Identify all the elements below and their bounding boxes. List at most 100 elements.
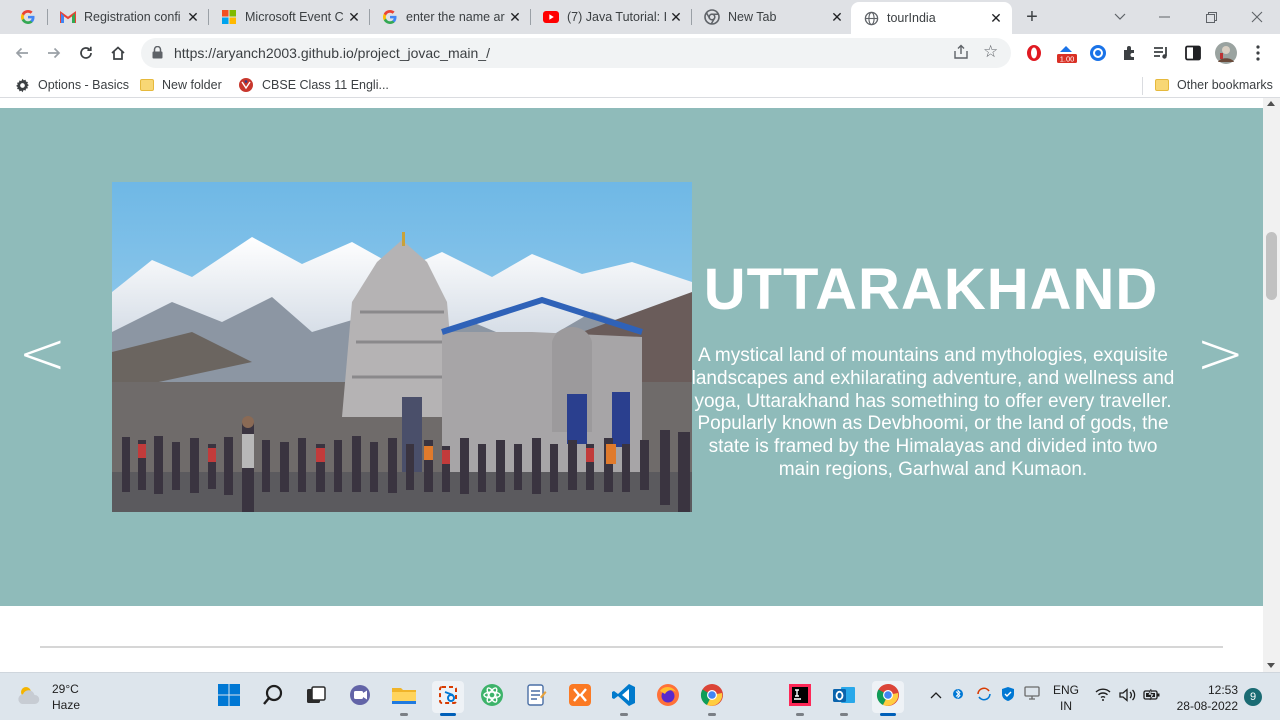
extensions-puzzle-icon[interactable] — [1120, 43, 1140, 63]
bookmarks-divider — [1142, 77, 1143, 95]
url-text[interactable]: https://aryanch2003.github.io/project_jo… — [174, 45, 490, 61]
display-icon[interactable] — [1024, 686, 1040, 703]
close-tab-icon[interactable]: ✕ — [507, 9, 523, 25]
weather-widget[interactable]: 29°C Haze — [16, 681, 80, 713]
browser-toolbar: https://aryanch2003.github.io/project_jo… — [0, 34, 1280, 72]
notification-badge[interactable]: 9 — [1244, 688, 1262, 706]
reload-icon[interactable] — [73, 40, 99, 66]
close-window-icon[interactable] — [1234, 0, 1280, 34]
gmail-icon — [60, 9, 76, 25]
destination-carousel: < UTTARAKHAND A mystical land of mountai… — [0, 108, 1263, 606]
destination-title: UTTARAKHAND — [703, 257, 1159, 322]
bookmark-new-folder[interactable]: New folder — [140, 76, 222, 94]
home-icon[interactable] — [105, 40, 131, 66]
tab-google-search[interactable]: enter the name ar ✕ — [370, 0, 531, 34]
share-icon[interactable] — [953, 44, 969, 65]
weather-condition: Haze — [52, 698, 81, 712]
globe-icon — [863, 10, 879, 26]
destination-description: A mystical land of mountains and mytholo… — [691, 345, 1175, 480]
youtube-icon — [543, 9, 559, 25]
intellij-icon — [788, 683, 812, 712]
microsoft-icon — [221, 9, 237, 25]
extension-blue-icon[interactable] — [1088, 43, 1108, 63]
chrome-profile-button[interactable] — [696, 681, 728, 716]
bookmark-cbse[interactable]: CBSE Class 11 Engli... — [238, 76, 389, 94]
atom-app-button[interactable] — [476, 681, 508, 713]
close-tab-icon[interactable]: ✕ — [829, 9, 845, 25]
kedarnath-temple-photo — [112, 182, 692, 512]
chrome-icon — [700, 683, 724, 712]
close-tab-icon[interactable]: ✕ — [185, 9, 201, 25]
carousel-prev-button[interactable]: < — [18, 323, 67, 383]
sync-icon[interactable] — [975, 686, 993, 705]
xampp-button[interactable] — [564, 681, 596, 713]
volume-icon[interactable] — [1119, 688, 1136, 705]
tab-registration[interactable]: Registration confi ✕ — [48, 0, 209, 34]
clock-date: 28-08-2022 — [1176, 699, 1238, 713]
tab-search-icon[interactable] — [1097, 0, 1143, 34]
outlook-icon — [832, 683, 856, 712]
scrollbar-thumb[interactable] — [1266, 232, 1277, 300]
chrome-active-button[interactable] — [872, 681, 904, 716]
chrome-menu-icon[interactable] — [1248, 43, 1268, 63]
bookmark-options-basics[interactable]: Options - Basics — [15, 76, 129, 94]
battery-icon[interactable] — [1143, 688, 1161, 704]
bookmark-star-icon[interactable]: ☆ — [983, 42, 998, 62]
opera-vpn-icon[interactable] — [1024, 43, 1044, 63]
forward-icon[interactable] — [41, 40, 67, 66]
firefox-button[interactable] — [652, 681, 684, 713]
intellij-button[interactable] — [784, 681, 816, 716]
taskbar-clock[interactable]: 12:53 28-08-2022 — [1168, 682, 1238, 714]
folder-icon — [140, 79, 154, 91]
bookmark-other-bookmarks[interactable]: Other bookmarks — [1155, 76, 1273, 94]
atom-icon — [480, 683, 504, 712]
profile-avatar[interactable] — [1215, 42, 1237, 64]
wifi-icon[interactable] — [1095, 688, 1111, 704]
snipping-tool-button[interactable] — [432, 681, 464, 716]
cbse-icon — [238, 77, 254, 93]
notepad-button[interactable] — [520, 681, 552, 713]
lock-icon[interactable] — [152, 45, 163, 64]
web-page: < UTTARAKHAND A mystical land of mountai… — [0, 98, 1263, 672]
file-explorer-button[interactable] — [388, 681, 420, 716]
tab-new-tab[interactable]: New Tab ✕ — [692, 0, 853, 34]
show-hidden-icons-icon[interactable] — [930, 687, 942, 702]
close-tab-icon[interactable]: ✕ — [988, 10, 1004, 26]
carousel-next-button[interactable]: > — [1196, 323, 1245, 383]
clock-time: 12:53 — [1207, 683, 1238, 697]
tab-java-tutorial[interactable]: (7) Java Tutorial: I ✕ — [531, 0, 692, 34]
tab-microsoft-event[interactable]: Microsoft Event C ✕ — [209, 0, 370, 34]
file-explorer-icon — [391, 684, 417, 711]
vscode-icon — [612, 683, 636, 712]
snipping-tool-icon — [436, 683, 460, 712]
speed-extension-icon[interactable]: 1.00 — [1055, 43, 1079, 64]
side-panel-icon[interactable] — [1183, 43, 1203, 63]
svg-text:1.00: 1.00 — [1060, 55, 1075, 64]
taskbar-search-button[interactable] — [257, 681, 289, 713]
windows-taskbar: 29°C Haze ENG IN 12:53 28-08-2022 9 — [0, 672, 1280, 720]
security-shield-icon[interactable] — [1000, 686, 1016, 705]
restore-icon[interactable] — [1188, 0, 1234, 34]
back-icon[interactable] — [9, 40, 35, 66]
media-control-icon[interactable] — [1151, 43, 1171, 63]
xampp-icon — [568, 683, 592, 712]
folder-icon — [1155, 79, 1169, 91]
task-view-button[interactable] — [300, 681, 332, 713]
close-tab-icon[interactable]: ✕ — [668, 9, 684, 25]
input-language[interactable]: ENG IN — [1053, 682, 1079, 714]
scroll-down-arrow-icon[interactable] — [1267, 663, 1275, 668]
bluetooth-icon[interactable] — [953, 686, 963, 705]
tab-tourindia[interactable]: tourIndia ✕ — [851, 2, 1012, 34]
close-tab-icon[interactable]: ✕ — [346, 9, 362, 25]
new-tab-button[interactable]: + — [1020, 7, 1044, 27]
start-button[interactable] — [213, 681, 245, 713]
address-bar[interactable]: https://aryanch2003.github.io/project_jo… — [141, 38, 1011, 68]
teams-chat-button[interactable] — [344, 681, 376, 713]
page-scrollbar[interactable] — [1263, 98, 1280, 672]
scroll-up-arrow-icon[interactable] — [1267, 101, 1275, 106]
outlook-button[interactable] — [828, 681, 860, 716]
tab-google[interactable] — [8, 0, 48, 34]
minimize-icon[interactable] — [1141, 0, 1187, 34]
vscode-button[interactable] — [608, 681, 640, 716]
firefox-icon — [656, 683, 680, 712]
